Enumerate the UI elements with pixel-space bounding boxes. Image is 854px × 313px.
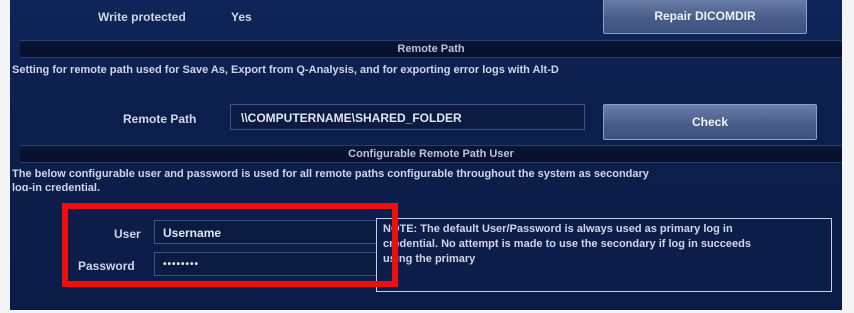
check-button[interactable]: Check: [603, 104, 817, 140]
remote-user-description-2: log-in credential.: [12, 182, 101, 191]
note-line-1: NOTE: The default User/Password is alway…: [383, 223, 733, 235]
remote-user-description-1: The below configurable user and password…: [12, 168, 649, 180]
write-protected-label: Write protected: [98, 10, 186, 24]
highlight-box: [62, 203, 398, 287]
remote-path-description: Setting for remote path used for Save As…: [12, 64, 559, 76]
remote-path-header: Remote Path: [20, 40, 842, 58]
note-line-3: using the primary: [383, 253, 476, 265]
note-line-2: credential. No attempt is made to use th…: [383, 238, 751, 250]
repair-dicomdir-button[interactable]: Repair DICOMDIR: [603, 0, 807, 34]
remote-user-header: Configurable Remote Path User: [20, 145, 842, 163]
remote-path-label: Remote Path: [123, 112, 197, 126]
write-protected-value: Yes: [231, 10, 252, 24]
background-edge: [842, 0, 854, 313]
note-box: NOTE: The default User/Password is alway…: [376, 218, 832, 292]
remote-path-input[interactable]: \\COMPUTERNAME\SHARED_FOLDER: [230, 104, 585, 130]
